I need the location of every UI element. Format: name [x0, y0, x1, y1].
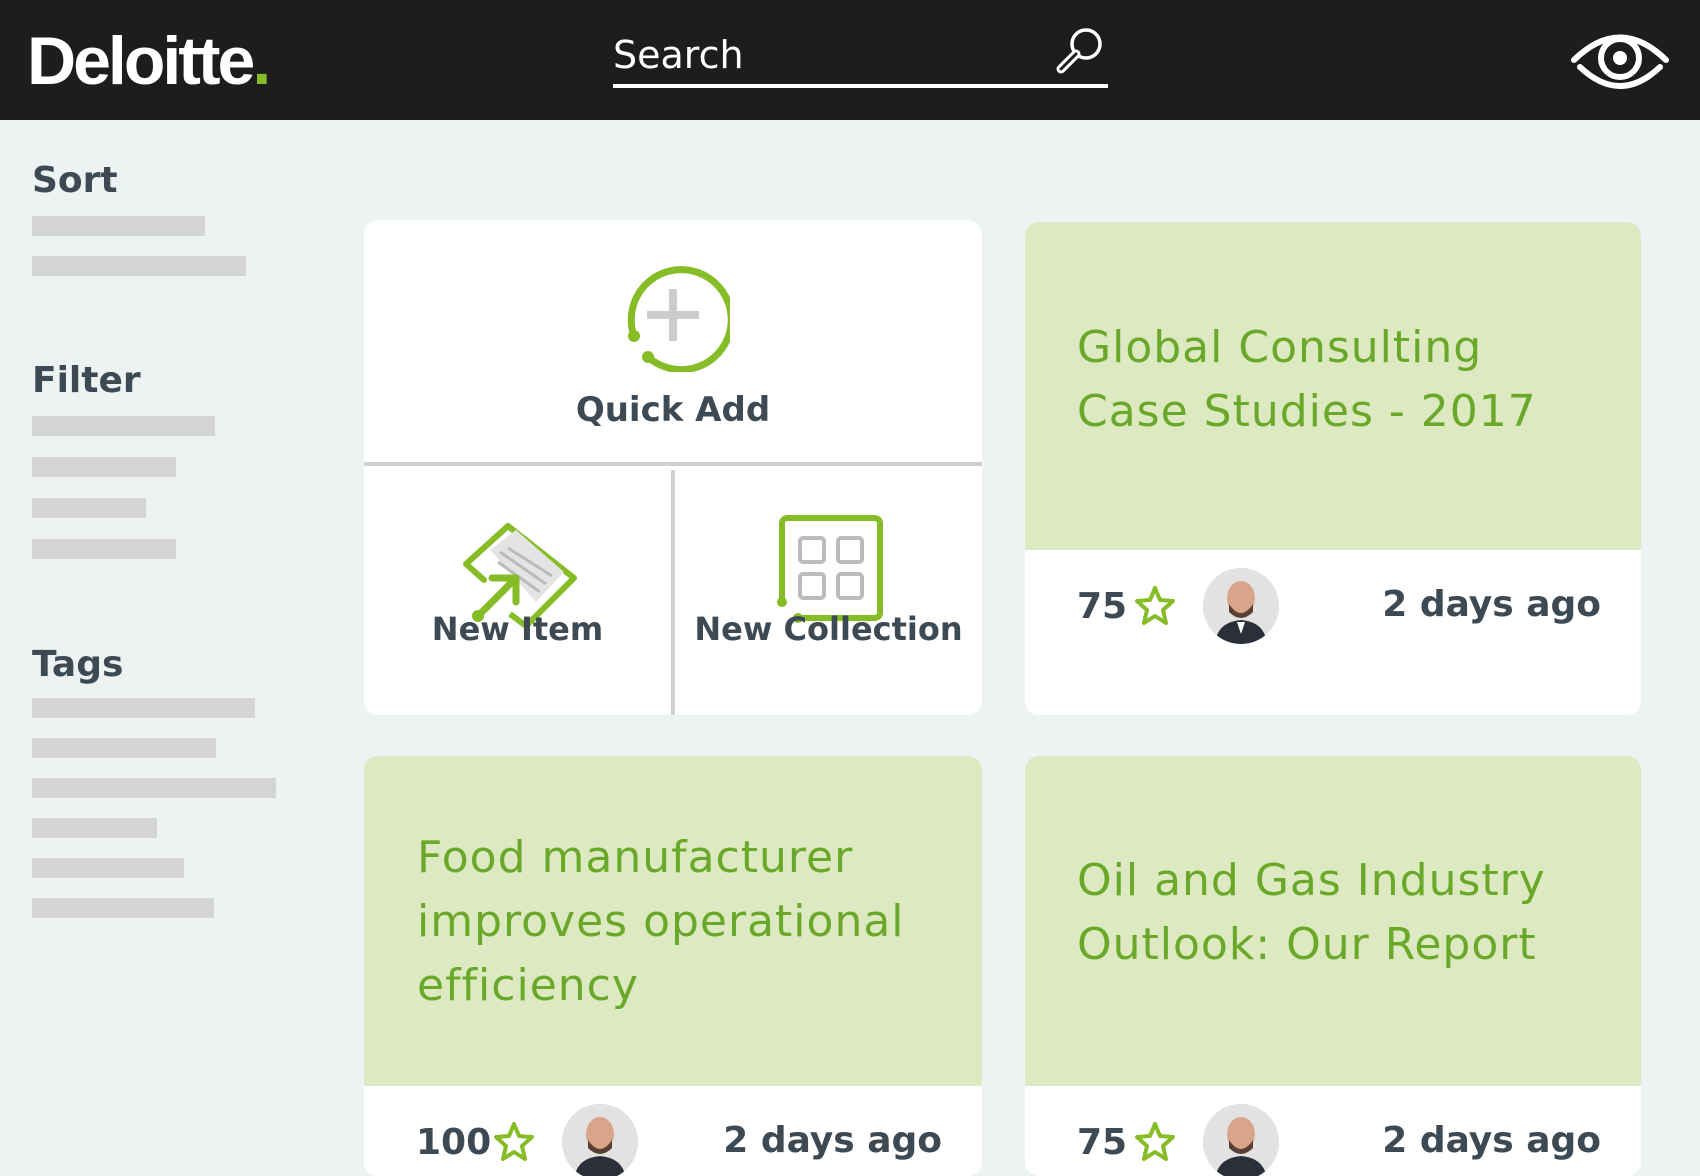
collection-card[interactable]: Food manufacturer improves operational e…	[364, 756, 982, 1176]
tag-placeholder[interactable]	[32, 698, 255, 718]
author-avatar[interactable]	[1203, 1104, 1279, 1176]
card-footer: 100 2 days ago	[364, 1086, 982, 1176]
new-item-label: New Item	[431, 610, 604, 648]
quick-add-label: Quick Add	[575, 390, 771, 430]
collection-card[interactable]: Oil and Gas Industry Outlook: Our Report…	[1025, 756, 1641, 1176]
filter-option-placeholder[interactable]	[32, 539, 176, 559]
person-icon	[1203, 568, 1279, 644]
tags-heading: Tags	[32, 644, 124, 685]
logo-dot: .	[252, 23, 271, 99]
top-bar: Deloitte.	[0, 0, 1700, 120]
sort-option-placeholder[interactable]	[32, 256, 246, 276]
card-title-line: improves operational	[417, 896, 905, 947]
card-title-line: Global Consulting	[1077, 322, 1483, 373]
author-avatar[interactable]	[1203, 568, 1279, 644]
card-header: Food manufacturer improves operational e…	[364, 756, 982, 1086]
tag-placeholder[interactable]	[32, 818, 157, 838]
sort-heading: Sort	[32, 160, 118, 201]
card-header: Oil and Gas Industry Outlook: Our Report	[1025, 756, 1641, 1086]
card-title-line: Case Studies - 2017	[1077, 386, 1537, 437]
new-collection-button[interactable]: New Collection	[675, 470, 982, 715]
person-icon	[1203, 1104, 1279, 1176]
deloitte-logo[interactable]: Deloitte.	[27, 22, 271, 100]
person-icon	[562, 1104, 638, 1176]
rating-count: 75	[1077, 586, 1128, 627]
filter-option-placeholder[interactable]	[32, 457, 176, 477]
new-item-button[interactable]: New Item	[364, 470, 671, 715]
card-title-line: Outlook: Our Report	[1077, 919, 1537, 970]
timestamp: 2 days ago	[1382, 1120, 1601, 1161]
search-icon[interactable]	[1053, 24, 1107, 78]
card-footer: 75 2 days ago	[1025, 550, 1641, 715]
quick-add-button[interactable]: Quick Add	[364, 220, 982, 466]
card-title-line: Oil and Gas Industry	[1077, 855, 1546, 906]
quick-add-card: Quick Add New Item New Collection	[364, 220, 982, 715]
eye-icon[interactable]	[1570, 25, 1670, 95]
tag-placeholder[interactable]	[32, 858, 184, 878]
tag-placeholder[interactable]	[32, 898, 214, 918]
sidebar: Sort Filter Tags	[0, 120, 330, 1134]
card-title[interactable]: Food manufacturer improves operational e…	[417, 826, 905, 1018]
timestamp: 2 days ago	[1382, 584, 1601, 625]
card-header: Global Consulting Case Studies - 2017	[1025, 222, 1641, 550]
sort-option-placeholder[interactable]	[32, 216, 205, 236]
logo-text: Deloitte	[27, 23, 255, 99]
rating-count: 75	[1077, 1122, 1128, 1163]
author-avatar[interactable]	[562, 1104, 638, 1176]
filter-option-placeholder[interactable]	[32, 416, 215, 436]
card-footer: 75 2 days ago	[1025, 1086, 1641, 1176]
search-box[interactable]	[613, 24, 1108, 88]
search-input[interactable]	[613, 30, 1033, 80]
star-icon[interactable]	[492, 1120, 536, 1164]
star-icon[interactable]	[1133, 584, 1177, 628]
quick-add-plus-icon	[627, 266, 730, 372]
card-title-line: Food manufacturer	[417, 832, 854, 883]
card-title-line: efficiency	[417, 960, 639, 1011]
collection-card[interactable]: Global Consulting Case Studies - 2017 75…	[1025, 222, 1641, 715]
card-title[interactable]: Global Consulting Case Studies - 2017	[1077, 316, 1537, 444]
filter-option-placeholder[interactable]	[32, 498, 146, 518]
new-collection-label: New Collection	[694, 610, 963, 648]
card-title[interactable]: Oil and Gas Industry Outlook: Our Report	[1077, 849, 1546, 977]
timestamp: 2 days ago	[723, 1120, 942, 1161]
tag-placeholder[interactable]	[32, 738, 216, 758]
filter-heading: Filter	[32, 360, 141, 401]
rating-count: 100	[416, 1122, 492, 1163]
star-icon[interactable]	[1133, 1120, 1177, 1164]
tag-placeholder[interactable]	[32, 778, 276, 798]
